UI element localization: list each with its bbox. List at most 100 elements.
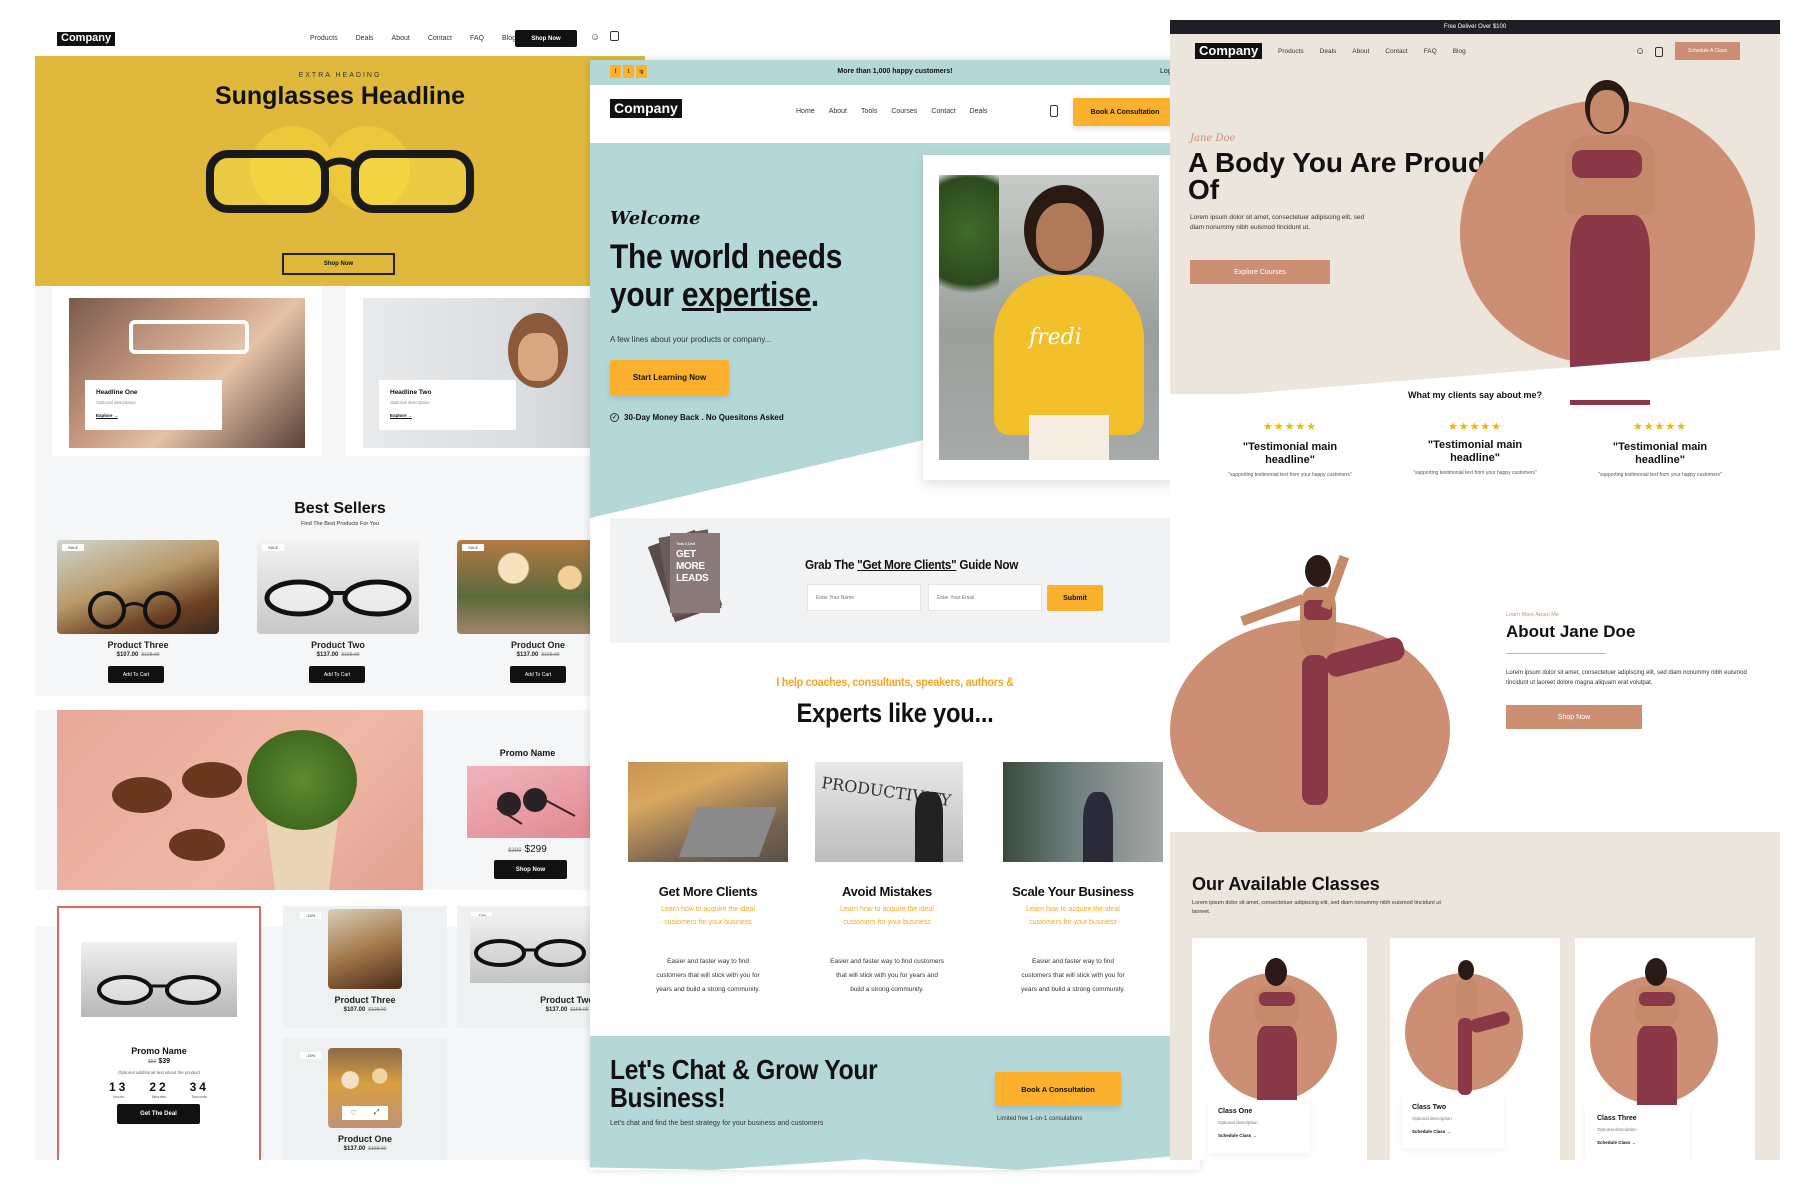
- optin-title: Grab The "Get More Clients" Guide Now: [805, 557, 1019, 572]
- deal-product-image[interactable]: [81, 942, 237, 1017]
- sale-badge: SALE: [262, 544, 285, 551]
- class-title: Class One: [1218, 1108, 1253, 1115]
- nav-link-about[interactable]: About: [829, 108, 847, 115]
- add-to-cart-button[interactable]: Add To Cart: [510, 666, 566, 683]
- nav-link-faq[interactable]: FAQ: [1424, 48, 1437, 55]
- coach-header: Company Home About Tools Courses Contact…: [590, 85, 1200, 143]
- mini-product-image: ♡ ⤢: [328, 1048, 402, 1128]
- best-sellers-title: Best Sellers: [294, 500, 386, 517]
- cart-icon[interactable]: [1050, 105, 1058, 117]
- mini-product-image: [470, 916, 590, 983]
- nav-link-home[interactable]: Home: [796, 108, 815, 115]
- expand-icon[interactable]: ⤢: [374, 1109, 380, 1117]
- eyewear-logo[interactable]: Company: [57, 32, 116, 46]
- experts-title: Experts like you...: [796, 698, 994, 728]
- schedule-class-link[interactable]: Schedule Class →: [1218, 1133, 1257, 1138]
- class-card[interactable]: Class Two Optional description Schedule …: [1390, 938, 1560, 1160]
- nav-link-faq[interactable]: FAQ: [470, 35, 484, 42]
- nav-link-blog[interactable]: Blog: [1453, 48, 1466, 55]
- submit-button[interactable]: Submit: [1047, 585, 1103, 611]
- product-image[interactable]: SALE: [57, 540, 219, 634]
- schedule-class-nav-button[interactable]: Schedule A Class: [1675, 42, 1740, 60]
- class-card[interactable]: Class One Optional description Schedule …: [1192, 938, 1367, 1160]
- add-to-cart-button[interactable]: Add To Cart: [309, 666, 365, 683]
- eyewear-nav-shop-button[interactable]: Shop Now: [515, 30, 577, 47]
- nav-link-contact[interactable]: Contact: [1385, 48, 1407, 55]
- mini-product-card[interactable]: -15% Product Three $107.00 $128.00: [283, 906, 447, 1028]
- start-learning-button[interactable]: Start Learning Now: [610, 360, 729, 395]
- name-input[interactable]: [807, 584, 921, 611]
- countdown-minutes: 22: [149, 1080, 169, 1094]
- nav-link-contact[interactable]: Contact: [931, 108, 955, 115]
- fitness-logo[interactable]: Company: [1195, 43, 1263, 59]
- guarantee-note: ✓ 30-Day Money Back . No Quesitons Asked: [610, 413, 784, 422]
- class-desc: Optional description: [1218, 1120, 1258, 1125]
- countdown-timer: 13 Hours 22 Minutes 34 Seconds: [109, 1080, 209, 1099]
- eyewear-header: Company Products Deals About Contact FAQ…: [35, 20, 645, 56]
- productivity-sketch-image: PRODUCTIVITY: [815, 762, 963, 862]
- wishlist-icon[interactable]: ♡: [351, 1109, 357, 1117]
- hero-photo-frame: fredi: [923, 155, 1179, 480]
- about-shop-button[interactable]: Shop Now: [1506, 705, 1642, 729]
- product-image[interactable]: SALE: [257, 540, 419, 634]
- testimonial-headline: "Testimonial main headline": [1427, 439, 1523, 464]
- hero-eyebrow: EXTRA HEADING: [298, 72, 382, 79]
- nav-link-contact[interactable]: Contact: [428, 35, 452, 42]
- promo-shop-button[interactable]: Shop Now: [494, 860, 567, 879]
- deal-desc: Optional additional text about the produ…: [117, 1070, 201, 1075]
- nav-link-blog[interactable]: Blog: [502, 35, 516, 42]
- expert-card-subtitle: Learn how to acquire the ideal customers…: [840, 906, 934, 926]
- testimonial-headline: "Testimonial main headline": [1242, 441, 1338, 466]
- add-to-cart-button[interactable]: Add To Cart: [108, 666, 164, 683]
- nav-link-products[interactable]: Products: [1278, 48, 1304, 55]
- hero-title: Sunglasses Headline: [214, 82, 466, 110]
- schedule-class-link[interactable]: Schedule Class →: [1412, 1129, 1451, 1134]
- mini-product-card[interactable]: -15% ♡ ⤢ Product One $137.00 $168.00: [283, 1038, 447, 1160]
- cta-subtitle: Let's chat and find the best strategy fo…: [610, 1120, 824, 1127]
- feature-card[interactable]: Headline One Optional description Explor…: [52, 286, 322, 456]
- nav-link-tools[interactable]: Tools: [861, 108, 877, 115]
- cart-icon[interactable]: [610, 31, 619, 41]
- feature-desc: Optional description: [96, 400, 136, 405]
- feature-title: Headline One: [96, 389, 138, 396]
- classes-body: Lorem ipsum dolor sit amet, consectetuer…: [1192, 900, 1441, 915]
- cta-title: Let's Chat & Grow Your Business!: [610, 1054, 878, 1113]
- hero-shop-button[interactable]: Shop Now: [282, 253, 395, 275]
- hero-script: Jane Doe: [1190, 133, 1236, 144]
- nav-link-products[interactable]: Products: [310, 35, 338, 42]
- promo-sunglasses-image[interactable]: [467, 766, 594, 838]
- nav-link-about[interactable]: About: [1352, 48, 1369, 55]
- cart-icon[interactable]: [1655, 47, 1663, 57]
- schedule-class-link[interactable]: Schedule Class →: [1597, 1140, 1636, 1145]
- nav-link-about[interactable]: About: [392, 35, 410, 42]
- class-card[interactable]: Class Three Optional description Schedul…: [1575, 938, 1755, 1160]
- get-the-deal-button[interactable]: Get The Deal: [117, 1104, 200, 1124]
- expert-card-title: Avoid Mistakes: [842, 884, 932, 899]
- testimonial: ★★★★★ "Testimonial main headline" "suppo…: [1580, 420, 1740, 479]
- class-image: [1420, 950, 1520, 1095]
- nav-link-courses[interactable]: Courses: [891, 108, 917, 115]
- fitness-nav: Products Deals About Contact FAQ Blog: [1278, 48, 1482, 55]
- nav-link-deals[interactable]: Deals: [356, 35, 374, 42]
- hero-script: Welcome: [610, 208, 701, 229]
- coach-page: f t ig More than 1,000 happy customers! …: [590, 60, 1200, 1170]
- book-consultation-nav-button[interactable]: Book A Consultation: [1073, 98, 1177, 126]
- mini-product-image: [328, 909, 402, 989]
- email-input[interactable]: [928, 584, 1042, 611]
- class-title: Class Two: [1412, 1104, 1447, 1111]
- user-icon[interactable]: ☺: [1635, 46, 1645, 57]
- woman-yellow-sweater-image: fredi: [939, 175, 1159, 460]
- product-name: Product Three: [107, 640, 169, 650]
- mini-product-price: $137.00 $168.00: [343, 1146, 387, 1152]
- user-icon[interactable]: ☺: [590, 32, 600, 43]
- class-image: [1247, 956, 1307, 1101]
- optin-section: Tools & Deal GET MORE LEADS Grab The "Ge…: [610, 518, 1180, 643]
- feature-explore-link[interactable]: Explore →: [96, 413, 119, 419]
- coach-logo[interactable]: Company: [610, 99, 682, 118]
- nav-link-deals[interactable]: Deals: [1320, 48, 1337, 55]
- book-consultation-button[interactable]: Book A Consultation: [995, 1072, 1121, 1106]
- coach-nav: Home About Tools Courses Contact Deals: [796, 108, 1001, 115]
- nav-link-deals[interactable]: Deals: [970, 108, 988, 115]
- feature-explore-link[interactable]: Explore →: [390, 413, 413, 419]
- explore-courses-button[interactable]: Explore Courses: [1190, 260, 1330, 284]
